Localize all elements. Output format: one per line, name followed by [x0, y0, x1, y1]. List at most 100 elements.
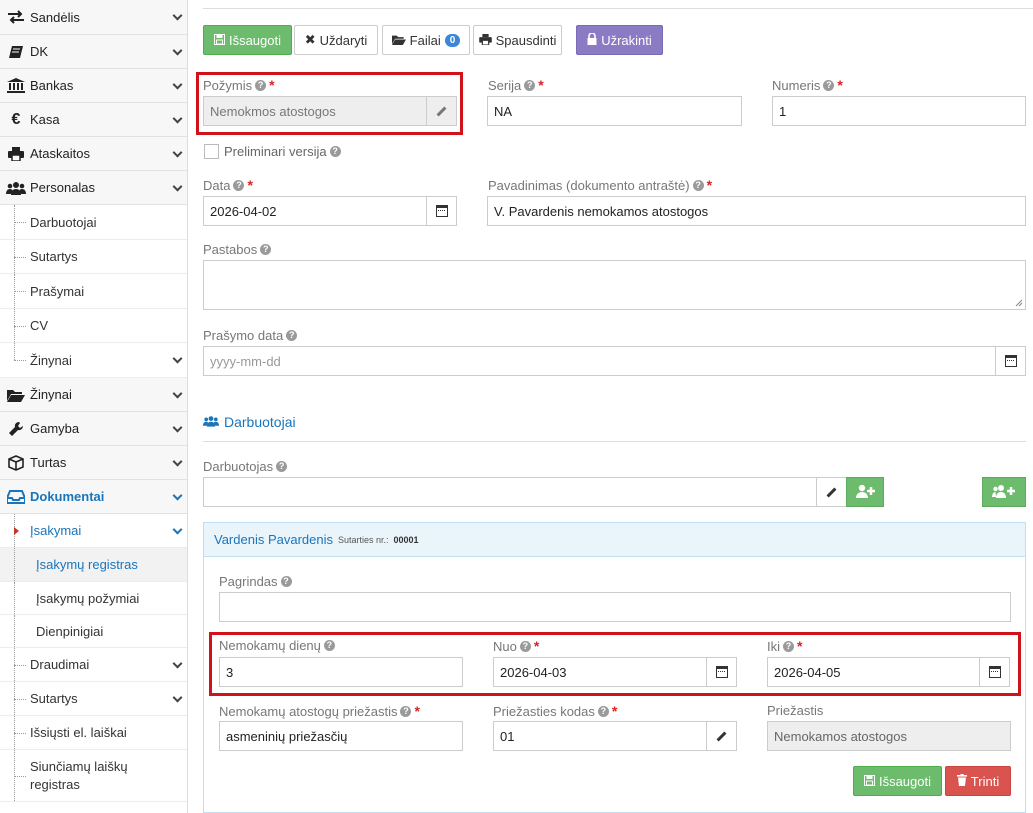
help-icon: ?: [519, 640, 531, 652]
priezastis2-input[interactable]: Nemokamos atostogos: [767, 721, 1011, 751]
sidebar-subitem-sutartys-dok[interactable]: Sutartys: [0, 682, 187, 716]
close-button-label: Uždaryti: [319, 32, 368, 48]
darbuotojas-edit-button[interactable]: [816, 477, 847, 507]
sidebar-subitem-label: Žinynai: [30, 352, 72, 368]
print-icon: [6, 146, 26, 162]
sidebar-item-sandelis[interactable]: Sandėlis: [0, 0, 187, 35]
pavadinimas-input[interactable]: V. Pavardenis nemokamos atostogos: [487, 196, 1026, 226]
sidebar-subitem-isakymu-pozymiai[interactable]: Įsakymų požymiai: [0, 582, 187, 615]
prasymo-data-label: Prašymo data?: [203, 328, 298, 343]
bank-icon: [6, 78, 26, 94]
sidebar-subitem-issiusti[interactable]: Išsiųsti el. laiškai: [0, 716, 187, 750]
add-employee-button[interactable]: [846, 477, 884, 507]
serija-input[interactable]: NA: [487, 96, 742, 126]
add-employees-button[interactable]: [982, 477, 1026, 507]
iki-calendar-button[interactable]: [979, 657, 1010, 687]
sidebar-item-label: Bankas: [30, 78, 74, 93]
exchange-icon: [6, 9, 26, 25]
close-button[interactable]: ✖ Uždaryti: [294, 25, 378, 55]
sidebar-item-personalas[interactable]: Personalas: [0, 171, 187, 205]
prasymo-data-input[interactable]: yyyy-mm-dd: [203, 346, 996, 376]
sidebar-subitem-cv[interactable]: CV: [0, 309, 187, 343]
employee-save-button[interactable]: Išsaugoti: [853, 766, 942, 796]
employee-name[interactable]: Vardenis Pavardenis: [214, 532, 333, 547]
pagrindas-label: Pagrindas?: [219, 574, 292, 589]
inbox-icon: [6, 489, 26, 505]
sidebar-item-kasa[interactable]: € Kasa: [0, 103, 187, 137]
nuo-input[interactable]: 2026-04-03: [493, 657, 707, 687]
numeris-input[interactable]: 1: [772, 96, 1026, 126]
chevron-down-icon: [172, 456, 183, 467]
main-content: Išsaugoti ✖ Uždaryti Failai 0 Spausdinti…: [189, 0, 1033, 813]
sidebar-item-zinynai[interactable]: Žinynai: [0, 378, 187, 412]
book-icon: [6, 44, 26, 60]
chevron-down-icon: [172, 388, 183, 399]
save-button-label: Išsaugoti: [228, 32, 282, 48]
darbuotojas-input[interactable]: [203, 477, 817, 507]
sidebar-subitem-label: Dienpinigiai: [36, 623, 104, 639]
help-icon: ?: [323, 640, 335, 651]
users-icon: [6, 180, 26, 196]
prasymo-data-calendar-button[interactable]: [995, 346, 1026, 376]
pencil-icon: [826, 487, 837, 497]
sidebar-item-turtas[interactable]: Turtas: [0, 446, 187, 480]
sidebar-item-bankas[interactable]: Bankas: [0, 69, 187, 103]
sidebar-subitem-label: Prašymai: [30, 283, 85, 299]
sidebar-subitem-siunciamu[interactable]: Siunčiamų laiškų registras: [0, 750, 187, 802]
pagrindas-input[interactable]: [219, 592, 1011, 622]
chevron-down-icon: [172, 79, 183, 90]
sidebar-subitem-dienpinigiai[interactable]: Dienpinigiai: [0, 615, 187, 648]
chevron-down-icon: [172, 45, 183, 56]
sidebar-subitem-isakymai[interactable]: Įsakymai: [0, 514, 187, 548]
data-calendar-button[interactable]: [426, 196, 457, 226]
employee-delete-button[interactable]: Trinti: [945, 766, 1011, 796]
print-button[interactable]: Spausdinti: [473, 25, 562, 55]
sidebar-subitem-isakymu-registras[interactable]: Įsakymų registras: [0, 548, 187, 582]
resize-handle-icon[interactable]: [1015, 299, 1023, 307]
chevron-down-icon: [172, 490, 183, 501]
sidebar-item-gamyba[interactable]: Gamyba: [0, 412, 187, 446]
kodas-edit-button[interactable]: [706, 721, 737, 751]
chevron-down-icon: [172, 692, 183, 703]
priezastis2-label: Priežastis: [767, 703, 824, 718]
sidebar-item-label: Žinynai: [30, 387, 72, 402]
sidebar-item-label: Ataskaitos: [30, 146, 90, 161]
sidebar-subitem-prasymai[interactable]: Prašymai: [0, 274, 187, 309]
euro-icon: €: [11, 110, 21, 128]
sidebar-item-dk[interactable]: DK: [0, 35, 187, 69]
help-icon: ?: [400, 705, 412, 717]
files-button[interactable]: Failai 0: [382, 25, 470, 55]
pastabos-label: Pastabos?: [203, 242, 272, 257]
lock-button-label: Užrakinti: [601, 32, 652, 48]
chevron-down-icon: [172, 147, 183, 158]
section-divider: [203, 441, 1026, 442]
calendar-icon: [715, 666, 728, 678]
sidebar-subitem-sutartys[interactable]: Sutartys: [0, 240, 187, 274]
pastabos-textarea[interactable]: [203, 260, 1026, 310]
dienu-label: Nemokamų dienų?: [219, 638, 335, 653]
save-button[interactable]: Išsaugoti: [203, 25, 292, 55]
sidebar: Sandėlis DK Bankas € Kasa Ataskaitos Per…: [0, 0, 188, 813]
priezastis-input[interactable]: asmeninių priežasčių: [219, 721, 463, 751]
save-icon: [863, 774, 875, 789]
user-plus-icon: [855, 484, 875, 501]
sidebar-subitem-zinynai[interactable]: Žinynai: [0, 343, 187, 378]
help-icon: ?: [692, 179, 704, 191]
sidebar-item-dokumentai[interactable]: Dokumentai: [0, 480, 187, 514]
caret-right-icon: [14, 527, 19, 535]
nuo-calendar-button[interactable]: [706, 657, 737, 687]
data-label: Data? *: [203, 177, 253, 193]
folder-open-icon: [6, 387, 26, 403]
dienu-input[interactable]: 3: [219, 657, 463, 687]
sidebar-subitem-darbuotojai[interactable]: Darbuotojai: [0, 205, 187, 240]
iki-input[interactable]: 2026-04-05: [767, 657, 980, 687]
sidebar-item-ataskaitos[interactable]: Ataskaitos: [0, 137, 187, 171]
data-input[interactable]: 2026-04-02: [203, 196, 427, 226]
sidebar-subitem-label: Įsakymai: [30, 523, 82, 538]
pencil-icon: [716, 731, 727, 741]
sidebar-subitem-draudimai[interactable]: Draudimai: [0, 648, 187, 682]
pavadinimas-label: Pavadinimas (dokumento antraštė)? *: [488, 177, 713, 193]
lock-button[interactable]: Užrakinti: [576, 25, 663, 55]
kodas-input[interactable]: 01: [493, 721, 707, 751]
preliminari-checkbox[interactable]: [204, 144, 219, 159]
